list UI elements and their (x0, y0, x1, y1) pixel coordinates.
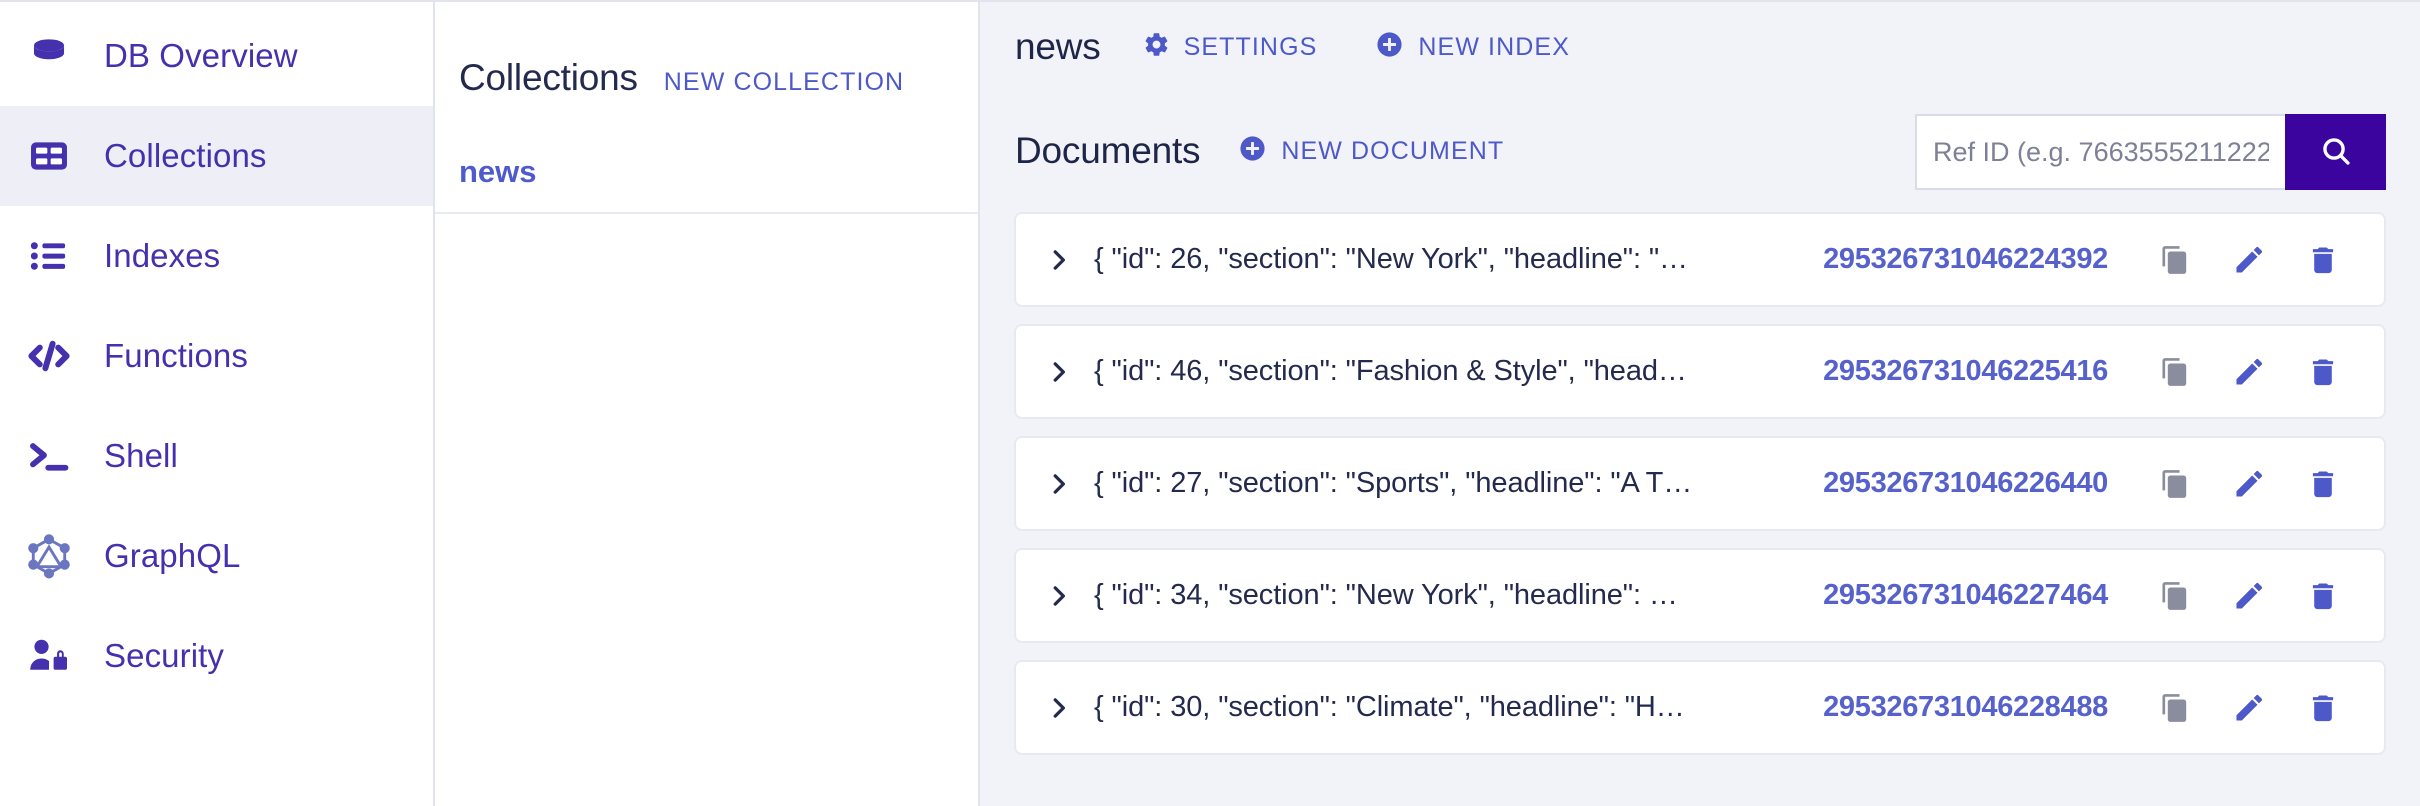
search-button[interactable] (2285, 114, 2386, 190)
settings-label: SETTINGS (1184, 33, 1318, 62)
page-title: news (1015, 26, 1101, 68)
chevron-right-icon[interactable] (1042, 695, 1076, 721)
sidebar-item-label: DB Overview (104, 37, 298, 75)
search-container (1915, 114, 2386, 190)
sidebar-item-label: Indexes (104, 237, 220, 275)
pencil-icon[interactable] (2212, 447, 2286, 521)
plus-circle-icon (1375, 30, 1404, 64)
sidebar-item-label: Security (104, 637, 224, 675)
document-preview: { "id": 26, "section": "New York", "head… (1094, 243, 1688, 276)
table-row[interactable]: { "id": 46, "section": "Fashion & Style"… (1014, 324, 2386, 419)
document-ref-id[interactable]: 295326731046225416 (1823, 355, 2108, 388)
database-icon (22, 29, 76, 83)
table-row[interactable]: { "id": 27, "section": "Sports", "headli… (1014, 436, 2386, 531)
plus-circle-icon (1238, 134, 1267, 168)
copy-icon[interactable] (2138, 223, 2212, 297)
sidebar-item-functions[interactable]: Functions (0, 306, 433, 406)
sidebar-item-collections[interactable]: Collections (0, 106, 433, 206)
documents-title: Documents (1015, 130, 1200, 172)
code-brackets-icon (22, 329, 76, 383)
new-document-button[interactable]: NEW DOCUMENT (1238, 134, 1504, 168)
pencil-icon[interactable] (2212, 671, 2286, 745)
new-index-button[interactable]: NEW INDEX (1375, 30, 1570, 64)
document-preview: { "id": 34, "section": "New York", "head… (1094, 579, 1678, 612)
documents-toolbar: Documents NEW DOCUMENT (980, 92, 2420, 210)
document-preview: { "id": 27, "section": "Sports", "headli… (1094, 467, 1692, 500)
table-row[interactable]: { "id": 34, "section": "New York", "head… (1014, 548, 2386, 643)
document-ref-id[interactable]: 295326731046226440 (1823, 467, 2108, 500)
settings-button[interactable]: SETTINGS (1143, 31, 1318, 63)
copy-icon[interactable] (2138, 335, 2212, 409)
chevron-right-icon[interactable] (1042, 247, 1076, 273)
collection-header: news SETTINGS NEW INDEX (980, 2, 2420, 92)
terminal-prompt-icon (22, 429, 76, 483)
table-row[interactable]: { "id": 26, "section": "New York", "head… (1014, 212, 2386, 307)
sidebar-item-db-overview[interactable]: DB Overview (0, 6, 433, 106)
trash-icon[interactable] (2286, 671, 2360, 745)
new-collection-button[interactable]: NEW COLLECTION (664, 68, 904, 97)
row-actions: 295326731046226440 (1823, 438, 2360, 529)
copy-icon[interactable] (2138, 559, 2212, 633)
new-document-label: NEW DOCUMENT (1281, 137, 1504, 166)
row-actions: 295326731046227464 (1823, 550, 2360, 641)
copy-icon[interactable] (2138, 671, 2212, 745)
copy-icon[interactable] (2138, 447, 2212, 521)
collection-list-item-news[interactable]: news (435, 99, 978, 190)
list-icon (22, 229, 76, 283)
fauna-dashboard: DB Overview Collections (0, 0, 2420, 806)
sidebar-item-security[interactable]: Security (0, 606, 433, 706)
row-actions: 295326731046225416 (1823, 326, 2360, 417)
sidebar-item-label: Functions (104, 337, 248, 375)
sidebar-nav: DB Overview Collections (0, 2, 435, 806)
sidebar-item-label: GraphQL (104, 537, 240, 575)
gear-icon (1143, 31, 1170, 63)
graphql-icon (22, 529, 76, 583)
collections-panel: Collections NEW COLLECTION news (435, 2, 980, 806)
trash-icon[interactable] (2286, 447, 2360, 521)
row-actions: 295326731046224392 (1823, 214, 2360, 305)
sidebar-item-shell[interactable]: Shell (0, 406, 433, 506)
documents-list: { "id": 26, "section": "New York", "head… (980, 212, 2420, 755)
chevron-right-icon[interactable] (1042, 471, 1076, 497)
person-lock-icon (22, 629, 76, 683)
sidebar-item-indexes[interactable]: Indexes (0, 206, 433, 306)
sidebar-item-label: Collections (104, 137, 267, 175)
new-index-label: NEW INDEX (1418, 33, 1570, 62)
document-preview: { "id": 46, "section": "Fashion & Style"… (1094, 355, 1687, 388)
document-preview: { "id": 30, "section": "Climate", "headl… (1094, 691, 1685, 724)
table-grid-icon (22, 129, 76, 183)
main-panel: news SETTINGS NEW INDEX (980, 2, 2420, 806)
document-ref-id[interactable]: 295326731046228488 (1823, 691, 2108, 724)
collections-title-row: Collections NEW COLLECTION (435, 2, 978, 99)
sidebar-item-graphql[interactable]: GraphQL (0, 506, 433, 606)
sidebar-item-label: Shell (104, 437, 178, 475)
trash-icon[interactable] (2286, 559, 2360, 633)
search-input[interactable] (1915, 114, 2285, 190)
pencil-icon[interactable] (2212, 335, 2286, 409)
pencil-icon[interactable] (2212, 559, 2286, 633)
chevron-right-icon[interactable] (1042, 583, 1076, 609)
collections-panel-title: Collections (459, 57, 638, 99)
row-actions: 295326731046228488 (1823, 662, 2360, 753)
chevron-right-icon[interactable] (1042, 359, 1076, 385)
trash-icon[interactable] (2286, 223, 2360, 297)
collections-header: Collections NEW COLLECTION news (435, 2, 978, 214)
document-ref-id[interactable]: 295326731046227464 (1823, 579, 2108, 612)
search-icon (2319, 134, 2353, 171)
document-ref-id[interactable]: 295326731046224392 (1823, 243, 2108, 276)
table-row[interactable]: { "id": 30, "section": "Climate", "headl… (1014, 660, 2386, 755)
trash-icon[interactable] (2286, 335, 2360, 409)
pencil-icon[interactable] (2212, 223, 2286, 297)
